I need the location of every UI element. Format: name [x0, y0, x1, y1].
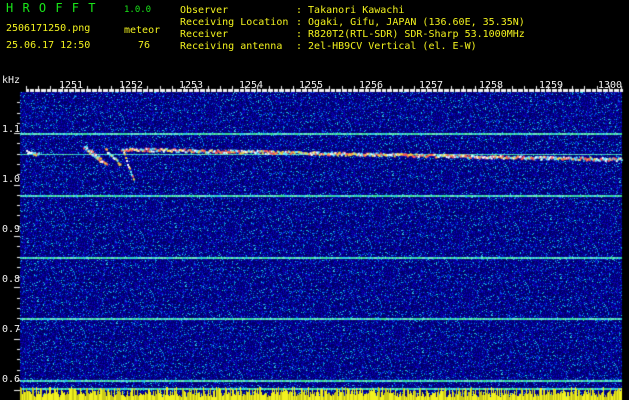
x-tick-label: 1255 — [299, 80, 324, 91]
x-tick-label: 1258 — [479, 80, 504, 91]
filename-label: 2506171250.png — [6, 23, 91, 34]
info-label-receiver: Receiver — [180, 29, 229, 40]
x-tick-label: 1253 — [179, 80, 204, 91]
info-label-antenna: Receiving antenna — [180, 41, 283, 52]
y-tick-label: 0.8 — [2, 274, 21, 285]
timestamp-label: 25.06.17 12:50 — [6, 40, 91, 51]
info-value-receiver: : R820T2(RTL-SDR) SDR-Sharp 53.1000MHz — [296, 29, 525, 40]
y-tick-label: 0.6 — [2, 374, 21, 385]
x-tick-label: 1259 — [539, 80, 564, 91]
hrofft-window: H R O F F T 1.0.0 2506171250.png 25.06.1… — [0, 0, 629, 400]
x-tick-label: 1251 — [59, 80, 84, 91]
x-tick-label: 1300 — [598, 80, 623, 91]
app-version: 1.0.0 — [124, 5, 152, 15]
x-tick-label: 1257 — [419, 80, 444, 91]
info-label-observer: Observer — [180, 5, 229, 16]
y-tick-label: 1.0 — [2, 174, 21, 185]
info-value-antenna: : 2el-HB9CV Vertical (el. E-W) — [296, 41, 477, 52]
y-tick-label: 1.1 — [2, 124, 21, 135]
info-value-location: : Ogaki, Gifu, JAPAN (136.60E, 35.35N) — [296, 17, 525, 28]
x-tick-label: 1256 — [359, 80, 384, 91]
spectrogram-canvas — [0, 0, 629, 400]
x-tick-label: 1252 — [119, 80, 144, 91]
info-label-location: Receiving Location — [180, 17, 289, 28]
y-tick-label: 0.9 — [2, 224, 21, 235]
app-title: H R O F F T — [6, 1, 97, 15]
x-tick-label: 1254 — [239, 80, 264, 91]
y-tick-label: 0.7 — [2, 324, 21, 335]
y-axis-unit: kHz — [2, 75, 21, 86]
info-value-observer: : Takanori Kawachi — [296, 5, 405, 16]
event-type-label: meteor — [124, 25, 161, 36]
event-count: 76 — [138, 40, 151, 51]
